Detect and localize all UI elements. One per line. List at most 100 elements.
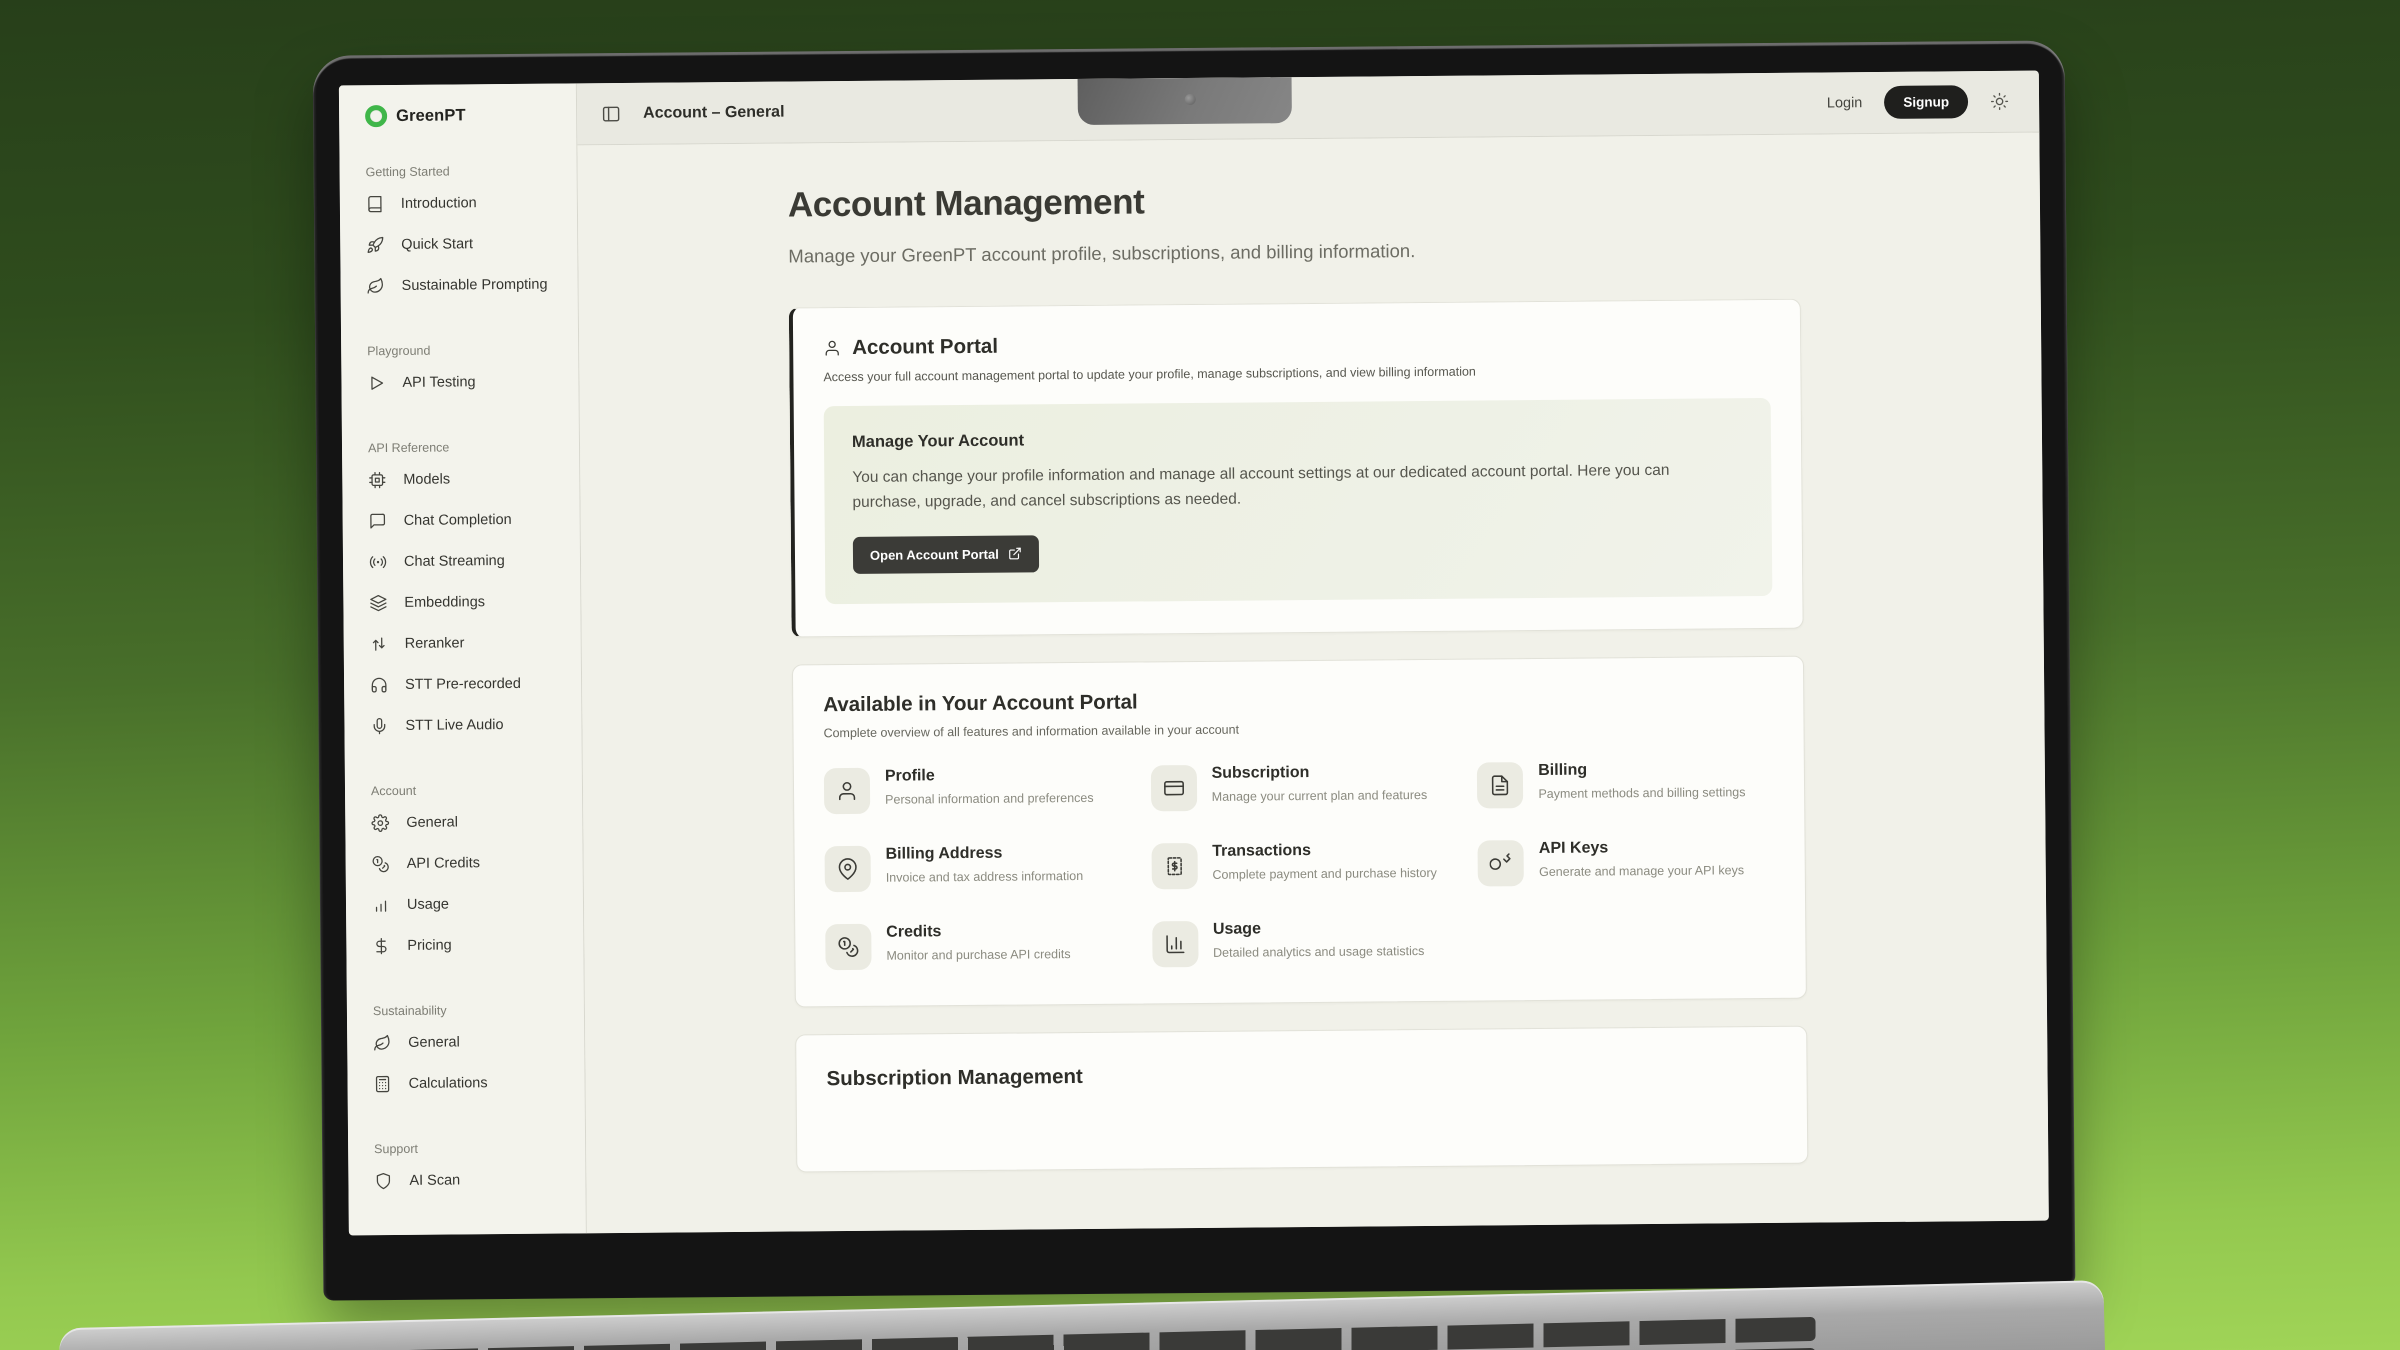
sidebar-item-label: AI Scan xyxy=(409,1172,460,1188)
key-icon xyxy=(1478,840,1524,886)
sidebar-item-label: General xyxy=(408,1034,460,1050)
feature-item-usage: Usage Detailed analytics and usage stati… xyxy=(1152,918,1449,967)
brand-name: GreenPT xyxy=(396,106,466,126)
sidebar-section-getting-started: Getting Started Introduction Quick Start… xyxy=(366,163,568,306)
sidebar-item-label: General xyxy=(406,814,458,830)
sidebar-item-reranker[interactable]: Reranker xyxy=(370,621,571,664)
leaf-icon xyxy=(367,277,385,295)
card-subtitle: Complete overview of all features and in… xyxy=(823,718,1773,740)
sidebar-item-stt-live-audio[interactable]: STT Live Audio xyxy=(370,703,571,746)
card-title: Available in Your Account Portal xyxy=(823,685,1773,717)
sidebar-item-api-credits[interactable]: API Credits xyxy=(371,841,572,884)
sidebar-item-label: Reranker xyxy=(405,635,465,652)
page-title: Account Management xyxy=(788,177,1800,226)
card-title: Account Portal xyxy=(852,335,998,360)
sidebar-section-api-reference: API Reference Models Chat Completion Cha… xyxy=(368,439,572,746)
sidebar-section-label: Sustainability xyxy=(373,1002,574,1018)
sidebar-item-label: Chat Streaming xyxy=(404,553,505,570)
app-window: GreenPT Getting Started Introduction Qui… xyxy=(339,71,2049,1236)
keyboard xyxy=(296,1317,1816,1350)
sidebar-item-label: Pricing xyxy=(407,937,451,953)
leaf-icon xyxy=(373,1034,391,1052)
feature-title: Transactions xyxy=(1212,840,1437,860)
sidebar-item-sustainable-prompting[interactable]: Sustainable Prompting xyxy=(366,263,567,306)
feature-item-billing: Billing Payment methods and billing sett… xyxy=(1477,760,1774,809)
box-text: You can change your profile information … xyxy=(852,458,1732,515)
credit-card-icon xyxy=(1150,765,1196,811)
sidebar-item-chat-streaming[interactable]: Chat Streaming xyxy=(369,539,570,582)
feature-description: Complete payment and purchase history xyxy=(1212,863,1437,883)
sidebar-section-label: Getting Started xyxy=(366,163,567,179)
sort-arrows-icon xyxy=(370,635,388,653)
sidebar-item-label: API Testing xyxy=(402,374,475,391)
sidebar-item-ai-scan[interactable]: AI Scan xyxy=(374,1158,575,1201)
feature-description: Manage your current plan and features xyxy=(1212,786,1428,806)
sidebar-toggle-icon[interactable] xyxy=(601,103,621,123)
sidebar-item-label: Calculations xyxy=(409,1075,488,1092)
sidebar-section-sustainability: Sustainability General Calculations xyxy=(373,1002,575,1104)
feature-item-subscription: Subscription Manage your current plan an… xyxy=(1150,762,1447,811)
document-icon xyxy=(1477,762,1523,808)
sidebar-item-label: Models xyxy=(403,471,450,487)
feature-description: Payment methods and billing settings xyxy=(1538,783,1745,803)
keyboard-row xyxy=(296,1317,1816,1350)
chat-bubble-icon xyxy=(369,512,387,530)
desktop-background: GreenPT Getting Started Introduction Qui… xyxy=(0,0,2400,1350)
sidebar-item-label: Embeddings xyxy=(404,594,485,611)
sidebar-item-embeddings[interactable]: Embeddings xyxy=(369,580,570,623)
sidebar-item-pricing[interactable]: Pricing xyxy=(372,923,573,966)
sidebar: GreenPT Getting Started Introduction Qui… xyxy=(339,83,587,1235)
features-grid: Profile Personal information and prefere… xyxy=(824,760,1776,970)
sidebar-item-label: STT Live Audio xyxy=(405,717,503,734)
sidebar-section-support: Support AI Scan xyxy=(374,1140,576,1201)
sidebar-item-account-general[interactable]: General xyxy=(371,800,572,843)
coins-icon xyxy=(372,855,390,873)
chart-column-icon xyxy=(1152,921,1198,967)
login-link[interactable]: Login xyxy=(1827,95,1863,111)
sidebar-item-models[interactable]: Models xyxy=(368,457,569,500)
feature-title: API Keys xyxy=(1539,838,1744,858)
laptop-notch xyxy=(1078,77,1292,125)
sidebar-item-label: Sustainable Prompting xyxy=(402,276,548,293)
sidebar-section-label: API Reference xyxy=(368,439,569,455)
sidebar-section-label: Support xyxy=(374,1140,575,1156)
laptop-mockup: GreenPT Getting Started Introduction Qui… xyxy=(313,40,2076,1300)
features-card: Available in Your Account Portal Complet… xyxy=(792,655,1807,1007)
layers-icon xyxy=(369,594,387,612)
card-title: Subscription Management xyxy=(826,1059,1776,1091)
open-account-portal-button[interactable]: Open Account Portal xyxy=(853,535,1039,574)
sidebar-item-stt-prerecorded[interactable]: STT Pre-recorded xyxy=(370,662,571,705)
sidebar-item-introduction[interactable]: Introduction xyxy=(366,181,567,224)
feature-description: Monitor and purchase API credits xyxy=(886,945,1070,965)
feature-title: Billing xyxy=(1538,760,1745,780)
account-portal-card: Account Portal Access your full account … xyxy=(789,299,1804,637)
signup-button[interactable]: Signup xyxy=(1884,85,1968,119)
microphone-icon xyxy=(370,717,388,735)
feature-title: Billing Address xyxy=(886,844,1083,864)
coins-icon xyxy=(825,923,871,969)
feature-item-credits: Credits Monitor and purchase API credits xyxy=(825,921,1122,970)
content-column: Account – General Login Signup Account M… xyxy=(577,71,2049,1234)
feature-title: Usage xyxy=(1213,919,1424,939)
sidebar-section-account: Account General API Credits Usage xyxy=(371,782,574,966)
play-icon xyxy=(367,374,385,392)
feature-title: Credits xyxy=(886,922,1070,942)
box-title: Manage Your Account xyxy=(852,425,1743,452)
chip-icon xyxy=(368,471,386,489)
sidebar-item-api-testing[interactable]: API Testing xyxy=(367,360,568,403)
sidebar-item-calculations[interactable]: Calculations xyxy=(373,1061,574,1104)
sidebar-item-sustainability-general[interactable]: General xyxy=(373,1020,574,1063)
sidebar-item-label: Quick Start xyxy=(401,236,473,253)
sidebar-item-quick-start[interactable]: Quick Start xyxy=(366,222,567,265)
brand-logo[interactable]: GreenPT xyxy=(365,103,566,127)
page-subtitle: Manage your GreenPT account profile, sub… xyxy=(788,237,1800,268)
sidebar-item-label: Usage xyxy=(407,896,449,912)
sidebar-item-usage[interactable]: Usage xyxy=(372,882,573,925)
headphones-icon xyxy=(370,676,388,694)
sidebar-item-chat-completion[interactable]: Chat Completion xyxy=(368,498,569,541)
bar-chart-icon xyxy=(372,896,390,914)
feature-title: Profile xyxy=(885,765,1094,785)
theme-sun-icon[interactable] xyxy=(1990,92,2009,111)
calculator-icon xyxy=(373,1075,391,1093)
feature-title: Subscription xyxy=(1211,763,1427,783)
